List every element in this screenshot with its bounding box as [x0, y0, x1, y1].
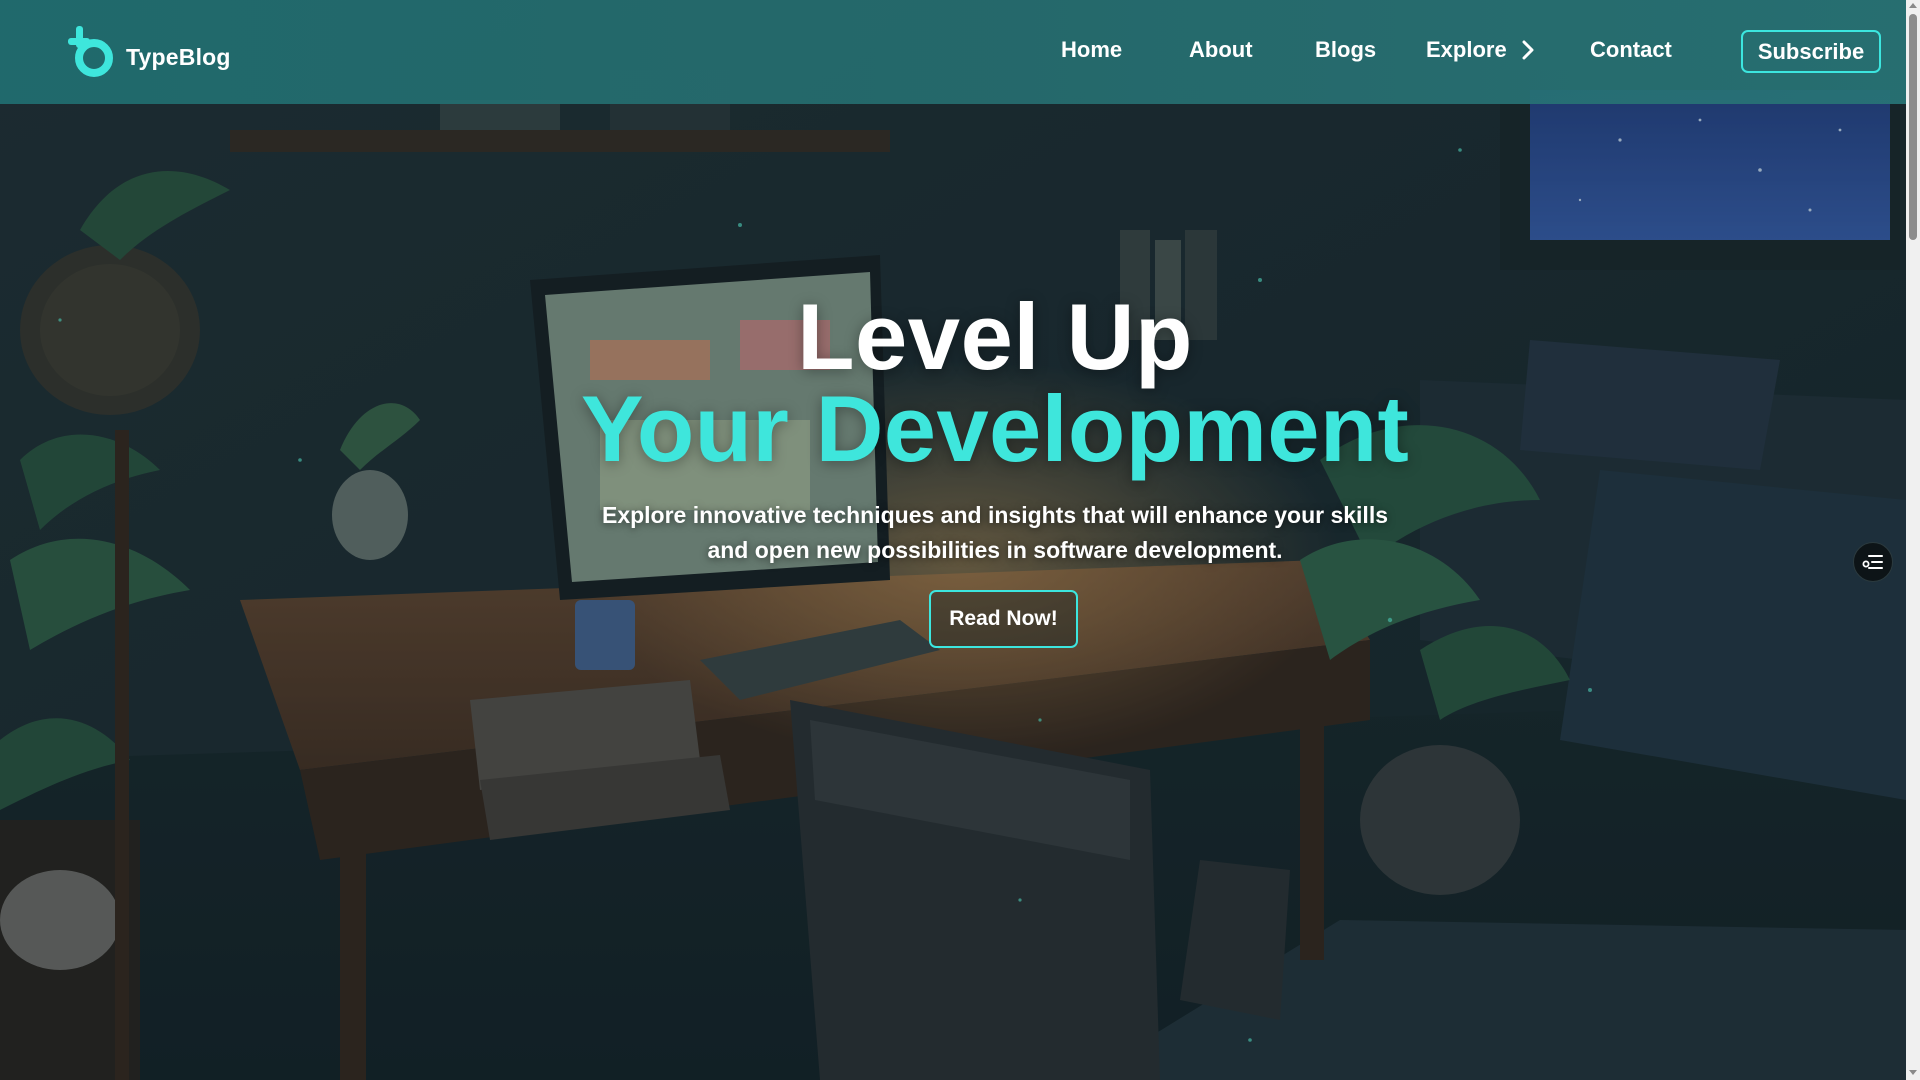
page-scrollbar[interactable]: [1906, 0, 1920, 1080]
hero-subtitle: Explore innovative techniques and insigh…: [595, 498, 1395, 568]
chevron-right-icon: [1522, 40, 1534, 60]
hero-subtitle-line1: Explore innovative techniques and insigh…: [601, 502, 1389, 528]
brand-name: TypeBlog: [126, 43, 231, 70]
brand-logo[interactable]: TypeBlog: [68, 24, 231, 80]
nav-blogs[interactable]: Blogs: [1315, 37, 1376, 63]
hero-title-line1: Level Up: [797, 284, 1193, 389]
typeblog-logo-icon: [68, 26, 113, 77]
page-viewport: TypeBlog Home About Blogs Explore Contac…: [0, 0, 1906, 1080]
nav-explore[interactable]: Explore: [1426, 37, 1535, 63]
read-now-button[interactable]: Read Now!: [929, 590, 1078, 648]
subscribe-button[interactable]: Subscribe: [1741, 30, 1881, 73]
scroll-down-arrow-icon[interactable]: [1909, 1070, 1917, 1075]
nav-contact[interactable]: Contact: [1590, 37, 1672, 63]
hero-title-line2: Your Development: [580, 376, 1410, 481]
hero-subtitle-line2: and open new possibilities in software d…: [707, 537, 1283, 563]
toc-toggle-button[interactable]: [1853, 542, 1893, 582]
list-filter-icon: [1862, 555, 1883, 569]
site-header: TypeBlog Home About Blogs Explore Contac…: [0, 0, 1906, 104]
nav-explore-label: Explore: [1426, 37, 1507, 62]
scrollbar-thumb[interactable]: [1909, 14, 1917, 240]
scroll-up-arrow-icon[interactable]: [1909, 3, 1917, 8]
nav-home[interactable]: Home: [1061, 37, 1122, 63]
nav-about[interactable]: About: [1189, 37, 1253, 63]
